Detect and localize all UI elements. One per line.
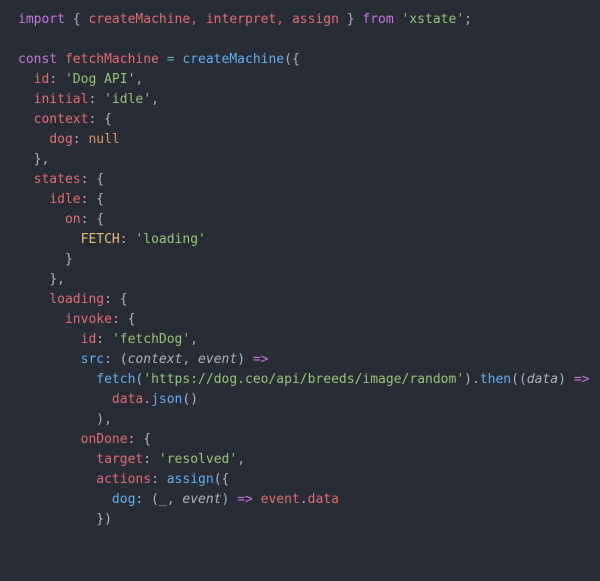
data-identifier: data (112, 392, 143, 407)
loading-string: 'loading' (135, 232, 205, 247)
import-keyword: import (18, 12, 65, 27)
src-key: src (81, 352, 104, 367)
event-identifier: event (261, 492, 300, 507)
initial-value: 'idle' (104, 92, 151, 107)
fetch-event-key: FETCH (81, 232, 120, 247)
resolved-string: 'resolved' (159, 452, 237, 467)
data-param: data (527, 372, 558, 387)
id-key: id (34, 72, 50, 87)
underscore-param: _ (159, 492, 167, 507)
invoke-id-value: 'fetchDog' (112, 332, 190, 347)
const-keyword: const (18, 52, 57, 67)
then-fn: then (480, 372, 511, 387)
invoke-id-key: id (81, 332, 97, 347)
on-key: on (65, 212, 81, 227)
module-string: 'xstate' (402, 12, 465, 27)
create-machine-fn: createMachine (182, 52, 284, 67)
event-param2: event (182, 492, 221, 507)
invoke-key: invoke (65, 312, 112, 327)
ondone-key: onDone (81, 432, 128, 447)
code-block: import { createMachine, interpret, assig… (18, 10, 582, 530)
context-key: context (34, 112, 89, 127)
actions-key: actions (96, 472, 151, 487)
id-value: 'Dog API' (65, 72, 135, 87)
json-fn: json (151, 392, 182, 407)
data-prop: data (308, 492, 339, 507)
context-param: context (128, 352, 183, 367)
dog-key: dog (49, 132, 72, 147)
fetch-url: 'https://dog.ceo/api/breeds/image/random… (143, 372, 464, 387)
assign-fn: assign (167, 472, 214, 487)
initial-key: initial (34, 92, 89, 107)
target-key: target (96, 452, 143, 467)
null-value: null (88, 132, 119, 147)
import-identifiers: createMachine, interpret, assign (88, 12, 338, 27)
from-keyword: from (362, 12, 393, 27)
variable-name: fetchMachine (65, 52, 159, 67)
fetch-fn: fetch (96, 372, 135, 387)
states-key: states (34, 172, 81, 187)
dog-prop: dog (112, 492, 135, 507)
loading-key: loading (49, 292, 104, 307)
idle-key: idle (49, 192, 80, 207)
event-param: event (198, 352, 237, 367)
